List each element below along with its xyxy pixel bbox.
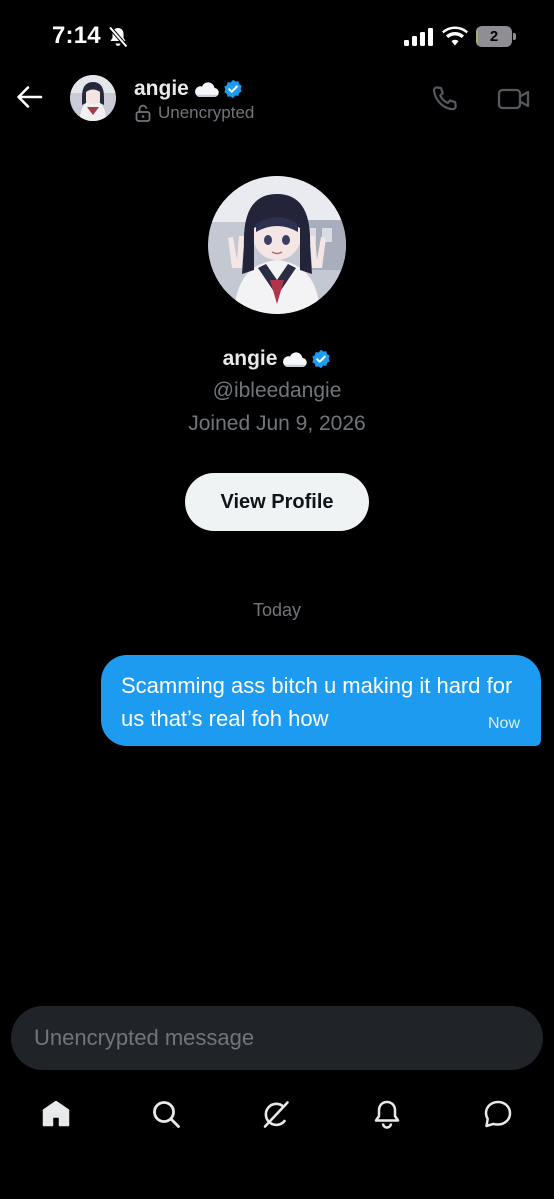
- wifi-icon: [442, 26, 468, 46]
- back-arrow-icon[interactable]: [14, 84, 44, 110]
- message-timestamp: Now: [487, 715, 520, 732]
- bottom-tab-bar: [0, 1082, 554, 1152]
- tab-grok[interactable]: [258, 1096, 294, 1132]
- profile-avatar[interactable]: [208, 176, 346, 314]
- profile-handle: @ibleedangie: [212, 379, 342, 402]
- tab-home[interactable]: [38, 1096, 74, 1132]
- header-display-name: angie: [134, 77, 189, 100]
- dm-conversation-screen: 7:14 2 angie Unencrypted angie @ibleedan…: [0, 0, 554, 1199]
- battery-level: 2: [489, 28, 499, 45]
- status-time: 7:14: [52, 22, 101, 49]
- encryption-label: Unencrypted: [158, 103, 255, 122]
- cloud-emoji-icon: [194, 82, 219, 98]
- message-text: Scamming ass bitch u making it hard for …: [121, 673, 513, 731]
- verified-badge-icon: [224, 79, 242, 99]
- message-bubble-sent[interactable]: Scamming ass bitch u making it hard for …: [101, 655, 541, 746]
- tab-notifications[interactable]: [369, 1096, 405, 1132]
- home-icon: [42, 1100, 70, 1127]
- tab-messages[interactable]: [480, 1096, 516, 1132]
- message-composer[interactable]: [11, 1006, 543, 1070]
- status-bar: 7:14 2: [0, 0, 554, 72]
- profile-joined-date: Joined Jun 9, 2026: [188, 412, 366, 435]
- tab-search[interactable]: [148, 1096, 184, 1132]
- message-input[interactable]: [34, 1006, 514, 1070]
- cellular-signal-icon: [404, 28, 433, 46]
- cloud-emoji-icon: [283, 352, 308, 368]
- unlocked-padlock-icon: [135, 104, 151, 122]
- profile-name-row: angie: [0, 345, 554, 373]
- grok-icon: [263, 1101, 289, 1128]
- header-name-row[interactable]: angie: [134, 76, 243, 102]
- verified-badge-icon: [312, 349, 331, 369]
- encryption-status: Unencrypted: [135, 103, 254, 123]
- profile-display-name: angie: [222, 347, 278, 370]
- day-divider: Today: [252, 600, 302, 620]
- battery-indicator: 2: [476, 26, 516, 47]
- conversation-header: angie Unencrypted: [0, 72, 554, 128]
- header-avatar[interactable]: [70, 75, 116, 121]
- video-camera-icon[interactable]: [497, 86, 531, 112]
- notifications-icon: [374, 1100, 400, 1129]
- messages-icon: [484, 1100, 512, 1128]
- phone-icon[interactable]: [430, 84, 460, 114]
- view-profile-button[interactable]: View Profile: [185, 473, 369, 531]
- search-icon: [153, 1101, 180, 1128]
- bell-muted-icon: [108, 26, 128, 48]
